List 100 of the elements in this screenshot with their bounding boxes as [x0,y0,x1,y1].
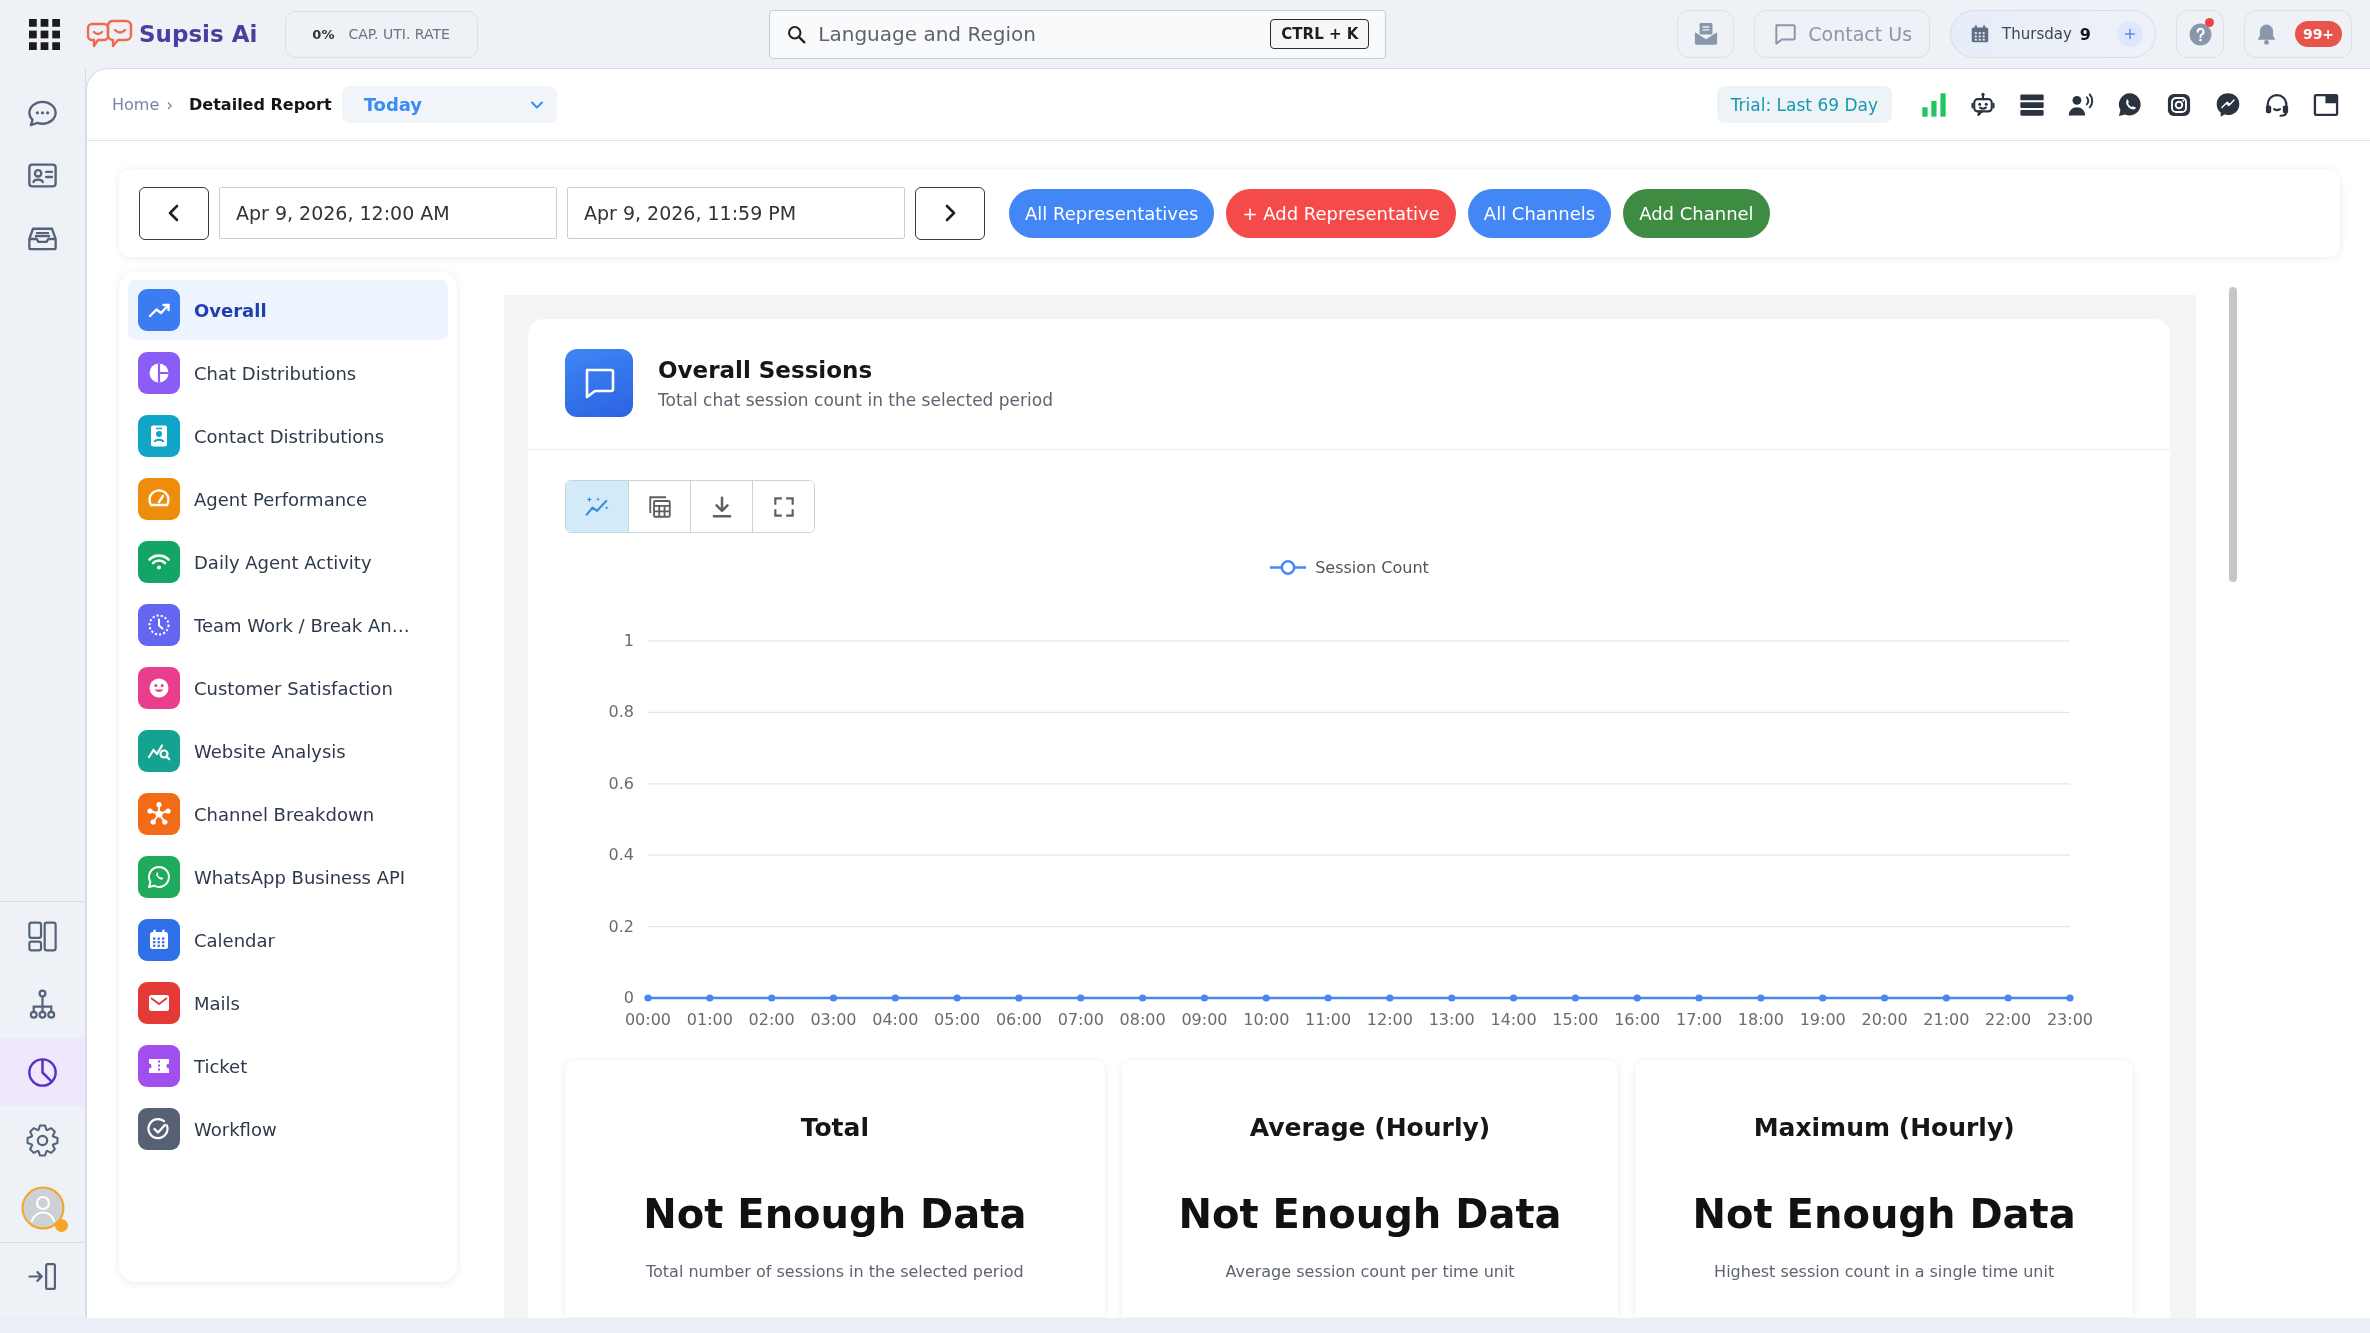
stat-description: Average session count per time unit [1225,1261,1515,1283]
data-point [1819,994,1827,1002]
apps-button[interactable] [29,18,60,50]
menu-item[interactable]: Mails [128,973,448,1033]
x-axis-label: 15:00 [1552,1010,1599,1029]
legend-label: Session Count [1315,557,1429,577]
data-point [829,994,838,1002]
x-axis-label: 18:00 [1737,1010,1784,1029]
stat-value: Not Enough Data [1692,1190,2076,1239]
settings-icon [25,1122,60,1158]
data-point [1139,994,1147,1002]
data-point [1757,994,1765,1002]
data-point [1324,994,1332,1002]
y-axis-label: 0 [623,988,634,1007]
menu-item[interactable]: Customer Satisfaction [128,658,448,718]
y-axis-label: 0.4 [608,845,634,865]
y-axis-label: 1 [623,631,634,650]
help-button[interactable] [2176,10,2224,58]
menu-item[interactable]: Ticket [128,1036,448,1096]
legend-marker-icon [1269,557,1308,577]
x-axis-label: 22:00 [1985,1010,2032,1029]
menu-item[interactable]: Contact Distributions [128,406,448,466]
avatar-icon [20,1186,65,1230]
date-number: 9 [2079,24,2091,44]
trial-badge: Trial: Last 69 Day [1716,86,1892,123]
robot-icon[interactable] [1969,90,1997,119]
data-point [1880,994,1889,1002]
shortcut-hint: CTRL + K [1270,19,1370,49]
menu-item[interactable]: Overall [128,280,448,340]
help-icon [2187,21,2213,47]
chat-bubble-icon [1772,21,1799,47]
x-axis-label: 06:00 [995,1010,1042,1029]
table-icon [646,493,673,520]
stat-title: Average (Hourly) [1249,1112,1491,1144]
menu-item[interactable]: Agent Performance [128,469,448,529]
data-point [768,994,776,1002]
data-point [1633,994,1641,1002]
data-point [1695,994,1703,1002]
x-axis-label: 05:00 [934,1010,981,1029]
x-axis-label: 14:00 [1490,1010,1537,1029]
data-point [1509,994,1518,1002]
add-representative-button[interactable]: + Add Representative [1226,188,1456,238]
lightning-bubble-icon[interactable] [2214,90,2242,119]
x-axis-label: 00:00 [624,1010,672,1029]
x-axis-label: 21:00 [1923,1010,1970,1029]
menu-item[interactable]: WhatsApp Business API [128,847,448,907]
fullscreen-button[interactable] [752,481,814,532]
x-axis-label: 23:00 [2046,1010,2094,1029]
y-axis-label: 0.6 [608,773,634,793]
search-field[interactable]: Language and Region CTRL + K [769,9,1387,59]
data-point [1200,994,1209,1002]
card-title: Overall Sessions [658,356,874,383]
menu-item[interactable]: Calendar [128,910,448,970]
y-axis-label: 0.2 [608,916,634,936]
data-point [2004,994,2012,1002]
x-axis-label: 17:00 [1676,1010,1723,1029]
menu-item[interactable]: Chat Distributions [128,343,448,403]
search-icon [786,23,808,45]
menu-item[interactable]: Team Work / Break An… [128,595,448,655]
chat-bubble-icon [565,349,633,417]
menu-item[interactable]: Website Analysis [128,721,448,781]
apps-grid-icon [29,18,60,50]
menu-item[interactable]: Daily Agent Activity [128,532,448,592]
date-field[interactable]: Apr 9, 2026, 12:00 AM [219,187,557,239]
data-point [1942,994,1950,1002]
stat-title: Total [800,1112,869,1144]
data-point [1015,994,1023,1002]
brand-name: Supsis Ai [139,21,258,47]
previous-button[interactable] [139,186,209,240]
phone-bubble-icon[interactable] [2116,90,2144,119]
data-point [1386,994,1394,1002]
data-point [1262,994,1270,1002]
data-point [953,994,961,1002]
stat-description: Total number of sessions in the selected period [645,1261,1024,1283]
stat-value: Not Enough Data [643,1190,1027,1239]
notification-badge: 99+ [2294,21,2343,47]
scrollbar-thumb[interactable] [2229,287,2237,582]
nav-button[interactable] [0,1038,85,1106]
add-channel-button[interactable]: Add Channel [1623,188,1770,238]
menu-item[interactable]: Channel Breakdown [128,784,448,844]
person-speaking-icon[interactable] [2067,90,2095,119]
x-axis-label: 04:00 [872,1010,919,1029]
x-axis-label: 12:00 [1366,1010,1413,1029]
x-axis-label: 03:00 [810,1010,857,1029]
data-point [2066,994,2074,1002]
x-axis-label: 20:00 [1861,1010,1908,1029]
x-axis-label: 16:00 [1614,1010,1661,1029]
notifications-button[interactable]: 99+ [2244,10,2352,58]
day-label: Thursday [2002,25,2072,43]
date-field[interactable]: Apr 9, 2026, 11:59 PM [567,187,905,239]
data-point [1448,994,1456,1002]
mail-button[interactable] [1677,10,1735,58]
data-point [891,994,899,1002]
next-button[interactable] [915,186,985,240]
x-axis-label: 13:00 [1428,1010,1475,1029]
x-axis-label: 09:00 [1181,1010,1228,1029]
stat-value: Not Enough Data [1178,1190,1562,1239]
menu-item[interactable]: Workflow [128,1099,448,1159]
breadcrumb-link[interactable]: Home [112,95,160,114]
data-point [1077,994,1085,1002]
